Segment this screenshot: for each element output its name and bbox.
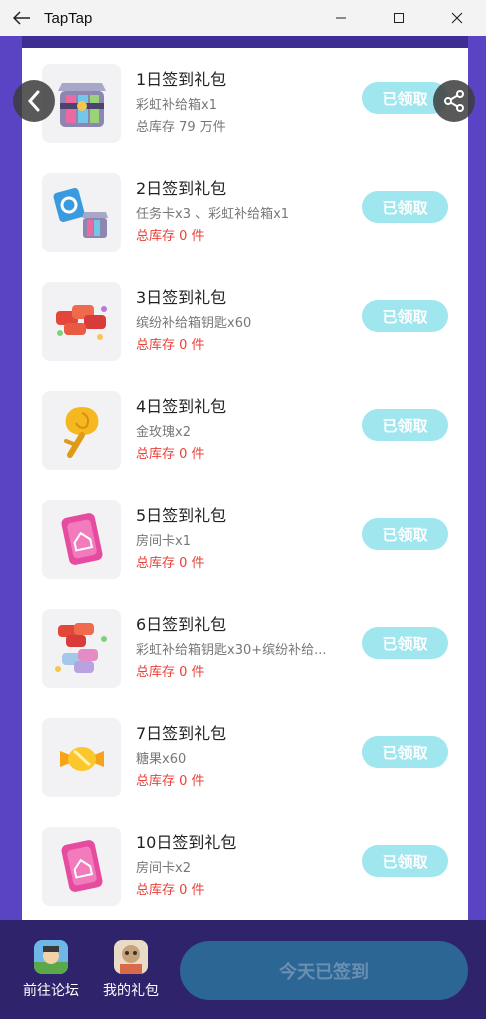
golden-rose-icon [42, 391, 121, 470]
candy-icon [42, 718, 121, 797]
gift-stock: 总库存 79 万件 [136, 120, 226, 135]
gift-item: 6日签到礼包 彩虹补给箱钥匙x30+缤纷补给... 总库存 0 件 已领取 [22, 603, 468, 689]
gift-desc: 彩虹补给箱钥匙x30+缤纷补给... [136, 643, 327, 658]
gift-stock: 总库存 0 件 [136, 883, 205, 898]
gift-desc: 彩虹补给箱x1 [136, 98, 217, 113]
gift-stock: 总库存 0 件 [136, 229, 205, 244]
gift-title: 6日签到礼包 [136, 615, 227, 634]
gift-title: 7日签到礼包 [136, 724, 227, 743]
gift-title: 2日签到礼包 [136, 179, 227, 198]
claimed-button[interactable]: 已领取 [362, 300, 448, 332]
minimize-icon[interactable] [312, 0, 370, 36]
task-card-crate-icon [42, 173, 121, 252]
gift-desc: 缤纷补给箱钥匙x60 [136, 316, 252, 331]
gift-item: 1日签到礼包 彩虹补给箱x1 总库存 79 万件 已领取 [22, 58, 468, 144]
gift-item: 5日签到礼包 房间卡x1 总库存 0 件 已领取 [22, 494, 468, 580]
gift-stock: 总库存 0 件 [136, 774, 205, 789]
colorful-keys-icon [42, 282, 121, 361]
my-gifts-link[interactable]: 我的礼包 [96, 940, 166, 1000]
forum-label: 前往论坛 [23, 983, 79, 999]
arrow-left-icon[interactable] [0, 0, 44, 36]
gift-item: 4日签到礼包 金玫瑰x2 总库存 0 件 已领取 [22, 385, 468, 471]
user-avatar-icon [114, 940, 148, 974]
share-icon[interactable] [433, 80, 475, 122]
claimed-button[interactable]: 已领取 [362, 191, 448, 223]
claimed-button[interactable]: 已领取 [362, 627, 448, 659]
claimed-button[interactable]: 已领取 [362, 845, 448, 877]
gift-stock: 总库存 0 件 [136, 556, 205, 571]
game-avatar-icon [34, 940, 68, 974]
room-card-icon [42, 500, 121, 579]
claimed-button[interactable]: 已领取 [362, 409, 448, 441]
gift-desc: 房间卡x1 [136, 534, 191, 549]
gift-desc: 糖果x60 [136, 752, 187, 767]
gift-desc: 房间卡x2 [136, 861, 191, 876]
window-titlebar: TapTap [0, 0, 486, 36]
close-icon[interactable] [428, 0, 486, 36]
chevron-left-icon[interactable] [13, 80, 55, 122]
maximize-icon[interactable] [370, 0, 428, 36]
gift-stock: 总库存 0 件 [136, 447, 205, 462]
frame-top-edge [22, 36, 468, 48]
room-card-icon [42, 827, 121, 906]
gift-item: 3日签到礼包 缤纷补给箱钥匙x60 总库存 0 件 已领取 [22, 276, 468, 362]
signed-in-today-button[interactable]: 今天已签到 [180, 941, 468, 1000]
gift-stock: 总库存 0 件 [136, 338, 205, 353]
claimed-button[interactable]: 已领取 [362, 518, 448, 550]
gift-list[interactable]: 1日签到礼包 彩虹补给箱x1 总库存 79 万件 已领取 2日签到礼包 任务卡x… [22, 48, 468, 920]
gift-title: 1日签到礼包 [136, 70, 227, 89]
gift-item: 7日签到礼包 糖果x60 总库存 0 件 已领取 [22, 712, 468, 798]
gift-title: 3日签到礼包 [136, 288, 227, 307]
mixed-keys-icon [42, 609, 121, 688]
my-gifts-label: 我的礼包 [103, 983, 159, 999]
gift-stock: 总库存 0 件 [136, 665, 205, 680]
gift-title: 4日签到礼包 [136, 397, 227, 416]
forum-link[interactable]: 前往论坛 [16, 940, 86, 1000]
gift-item: 10日签到礼包 房间卡x2 总库存 0 件 已领取 [22, 821, 468, 907]
claimed-button[interactable]: 已领取 [362, 736, 448, 768]
window-title: TapTap [44, 9, 93, 27]
bottom-bar: 前往论坛 我的礼包 今天已签到 [0, 920, 486, 1019]
gift-desc: 金玫瑰x2 [136, 425, 191, 440]
gift-desc: 任务卡x3 、彩虹补给箱x1 [136, 207, 290, 222]
gift-item: 2日签到礼包 任务卡x3 、彩虹补给箱x1 总库存 0 件 已领取 [22, 167, 468, 253]
gift-title: 10日签到礼包 [136, 833, 237, 852]
gift-title: 5日签到礼包 [136, 506, 227, 525]
